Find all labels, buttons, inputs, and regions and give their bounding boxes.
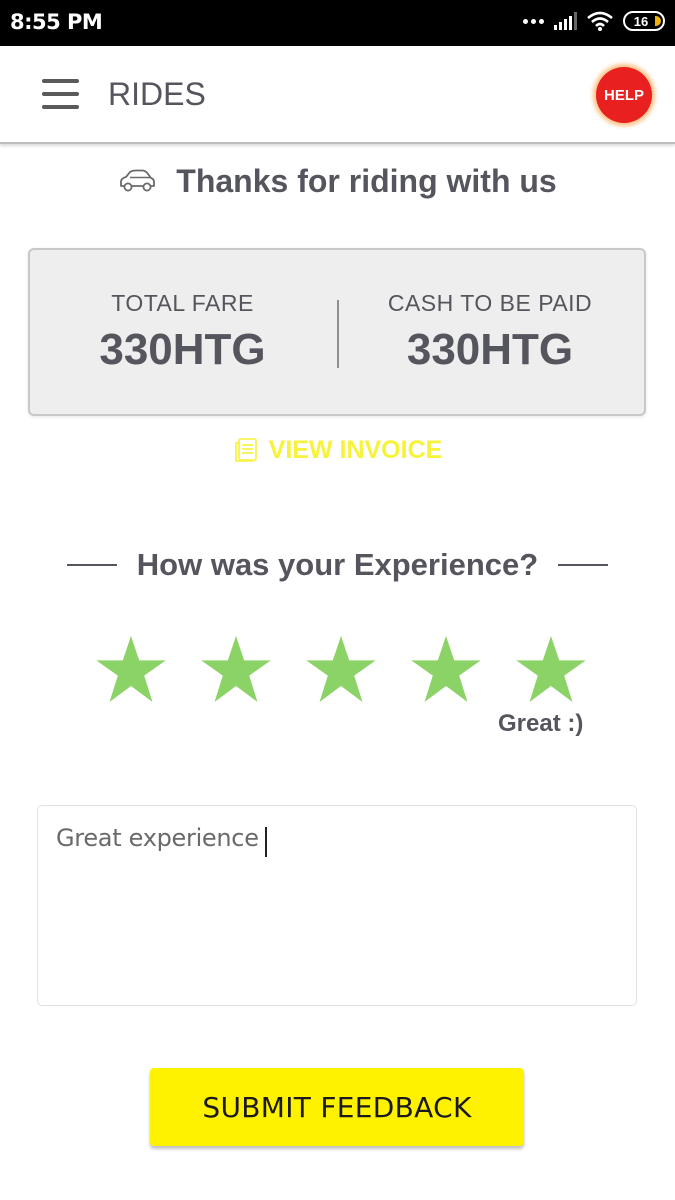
cash-value: 330HTG (406, 325, 574, 374)
help-button[interactable]: HELP (596, 67, 652, 123)
car-icon (120, 169, 156, 192)
view-invoice-link[interactable]: VIEW INVOICE (0, 430, 675, 470)
status-time: 8:55 PM (10, 10, 103, 34)
feedback-input[interactable]: Great experience (37, 805, 637, 1006)
hamburger-menu-icon[interactable] (42, 79, 80, 111)
view-invoice-label: VIEW INVOICE (268, 435, 443, 464)
thanks-text: Thanks for riding with us (176, 162, 557, 199)
signal-icon (554, 12, 577, 30)
status-bar: 8:55 PM 16 (0, 0, 675, 46)
experience-heading: How was your Experience? (0, 540, 675, 590)
submit-feedback-button[interactable]: SUBMIT FEEDBACK (150, 1068, 524, 1146)
battery-level: 16 (633, 13, 649, 29)
status-icons: 16 (523, 11, 665, 31)
battery-icon: 16 (623, 11, 665, 31)
fare-summary: TOTAL FARE 330HTG CASH TO BE PAID 330HTG (28, 248, 646, 416)
cash-to-be-paid: CASH TO BE PAID 330HTG (340, 250, 640, 414)
rating-label: Great :) (498, 710, 584, 737)
invoice-icon (234, 438, 257, 462)
star-1-icon[interactable] (96, 636, 166, 702)
total-fare-label: TOTAL FARE (111, 290, 254, 316)
text-cursor (264, 826, 267, 857)
app-bar: RIDES HELP (0, 46, 675, 144)
thanks-header: Thanks for riding with us (0, 158, 675, 204)
star-rating (96, 636, 586, 706)
star-4-icon[interactable] (411, 636, 481, 702)
star-2-icon[interactable] (201, 636, 271, 702)
divider-right (558, 564, 609, 566)
cash-label: CASH TO BE PAID (387, 290, 593, 316)
star-3-icon[interactable] (306, 636, 376, 702)
page-title: RIDES (108, 76, 206, 112)
total-fare: TOTAL FARE 330HTG (30, 250, 335, 414)
total-fare-value: 330HTG (99, 325, 266, 374)
divider-left (66, 564, 117, 566)
feedback-text: Great experience (56, 824, 259, 852)
fare-divider (337, 300, 339, 368)
more-dots-icon (523, 18, 544, 24)
experience-title: How was your Experience? (136, 547, 539, 582)
star-5-icon[interactable] (516, 636, 586, 702)
wifi-icon (587, 11, 613, 31)
